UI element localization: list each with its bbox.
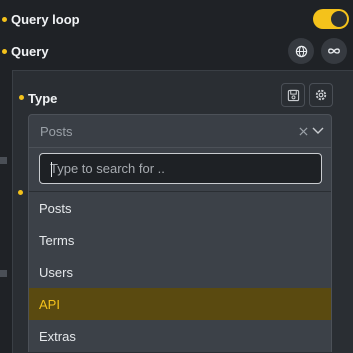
toggle-knob bbox=[331, 11, 347, 27]
type-label: Type bbox=[28, 91, 58, 106]
hidden-row-indicator bbox=[18, 190, 23, 195]
save-icon bbox=[287, 89, 299, 101]
hidden-row-marker bbox=[0, 157, 7, 164]
text-caret bbox=[51, 162, 52, 177]
chevron-down-icon[interactable] bbox=[312, 126, 324, 135]
option-extras[interactable]: Extras bbox=[29, 320, 331, 352]
globe-button[interactable] bbox=[288, 38, 314, 64]
type-select[interactable]: Posts bbox=[28, 114, 332, 148]
query-label: Query bbox=[11, 44, 49, 59]
close-icon[interactable] bbox=[299, 127, 308, 136]
query-indicator bbox=[2, 49, 7, 54]
settings-button[interactable] bbox=[309, 83, 333, 107]
query-loop-label: Query loop bbox=[11, 12, 80, 27]
query-loop-indicator bbox=[2, 17, 7, 22]
option-api[interactable]: API bbox=[29, 288, 331, 320]
option-posts[interactable]: Posts bbox=[29, 192, 331, 224]
type-dropdown: Posts Terms Users API Extras bbox=[28, 148, 332, 352]
query-loop-toggle[interactable] bbox=[313, 9, 349, 29]
infinity-button[interactable] bbox=[321, 38, 347, 64]
search-input[interactable] bbox=[40, 154, 321, 183]
hidden-row-marker bbox=[0, 270, 7, 277]
save-button[interactable] bbox=[281, 83, 305, 107]
option-terms[interactable]: Terms bbox=[29, 224, 331, 256]
select-value: Posts bbox=[40, 124, 73, 139]
gear-icon bbox=[315, 89, 327, 101]
type-indicator bbox=[19, 95, 24, 100]
infinity-icon bbox=[328, 48, 340, 54]
option-users[interactable]: Users bbox=[29, 256, 331, 288]
globe-icon bbox=[295, 45, 307, 57]
search-box[interactable] bbox=[39, 153, 322, 184]
